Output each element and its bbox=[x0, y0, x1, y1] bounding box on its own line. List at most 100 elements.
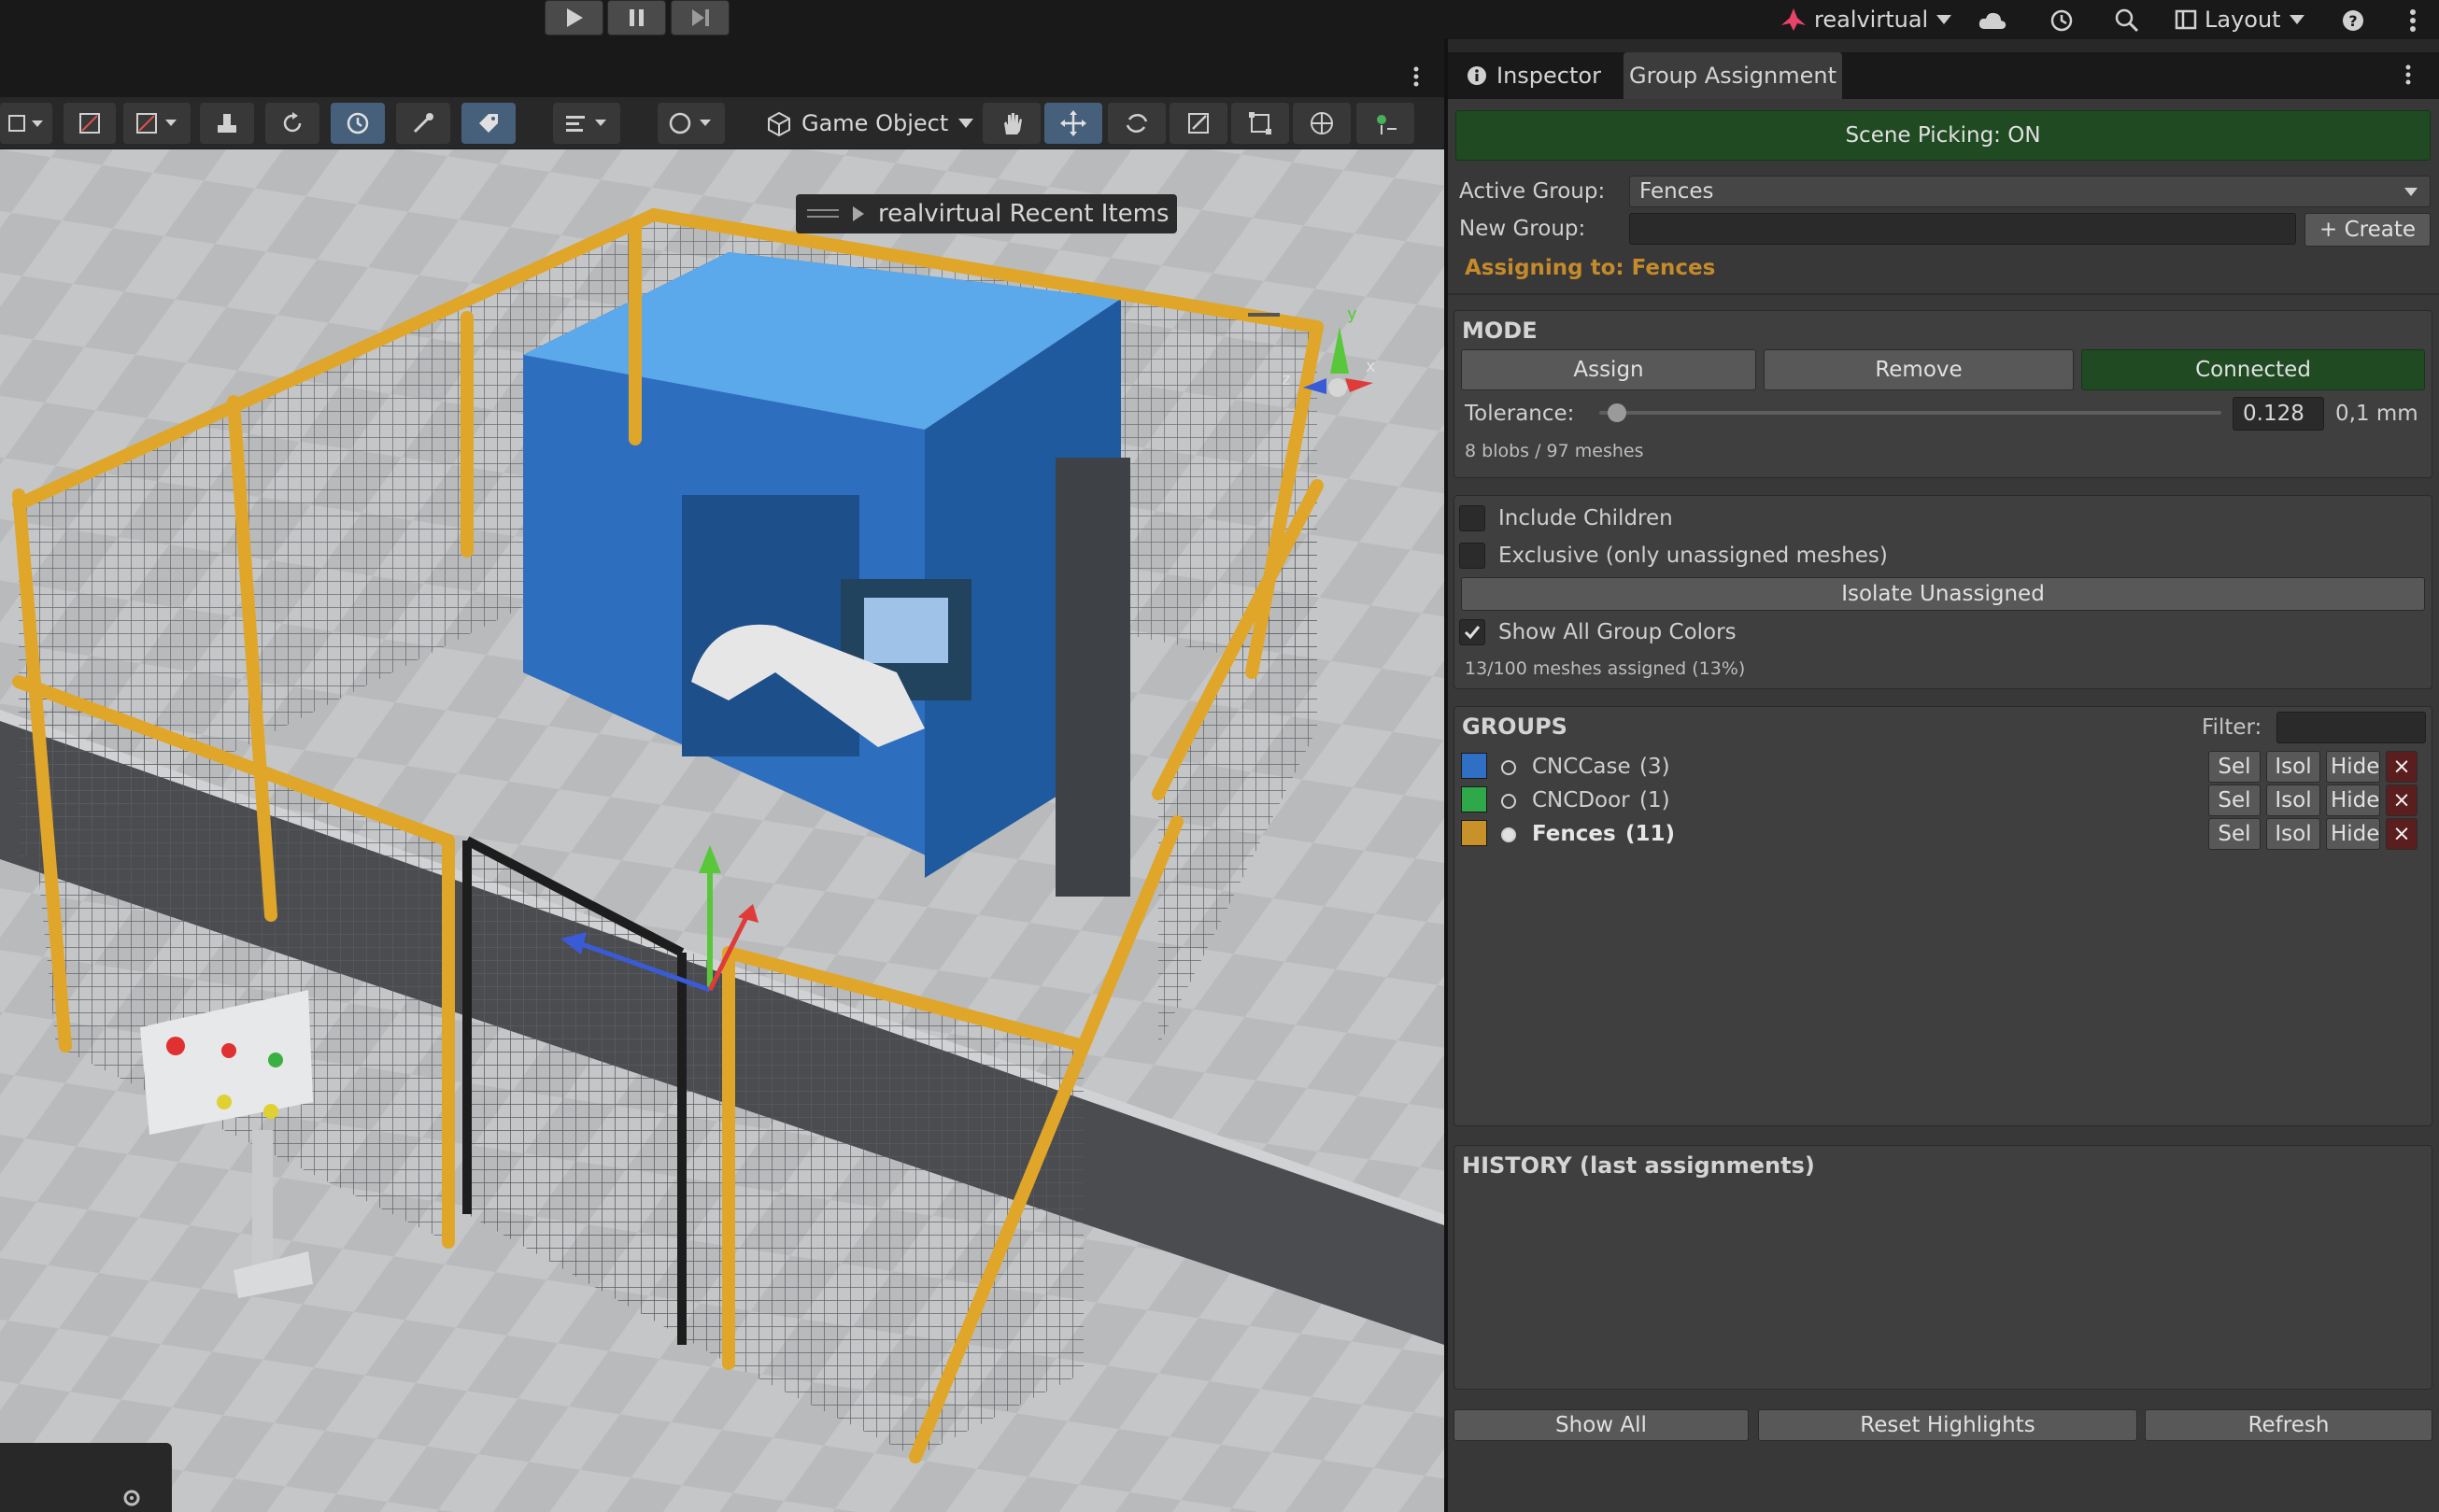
show-colors-checkbox[interactable] bbox=[1459, 619, 1485, 645]
group-name: Fences bbox=[1532, 822, 1616, 846]
search-button[interactable] bbox=[2111, 6, 2143, 35]
play-icon bbox=[566, 8, 583, 27]
cloud-button[interactable] bbox=[1977, 6, 2008, 35]
panel-more-button[interactable] bbox=[2404, 64, 2412, 90]
game-object-label: Game Object bbox=[801, 110, 949, 136]
show-colors-row[interactable]: Show All Group Colors bbox=[1459, 619, 1737, 645]
account-dropdown[interactable]: realvirtual bbox=[1780, 0, 1952, 39]
scene-more-button[interactable] bbox=[1412, 65, 1420, 92]
game-object-dropdown[interactable]: Game Object bbox=[766, 103, 974, 144]
shading-dropdown[interactable] bbox=[658, 103, 725, 144]
paint-tool[interactable] bbox=[123, 103, 191, 144]
refresh-button[interactable]: Refresh bbox=[2145, 1409, 2432, 1441]
hand-tool[interactable] bbox=[983, 103, 1041, 144]
clock-tool[interactable] bbox=[331, 103, 385, 144]
group-color-swatch[interactable] bbox=[1461, 786, 1487, 813]
isolate-group-button[interactable]: Isol bbox=[2266, 818, 2320, 850]
exclusive-checkbox[interactable] bbox=[1459, 543, 1485, 569]
assign-mode-button[interactable]: Assign bbox=[1461, 349, 1756, 390]
panel-tabs: Inspector Group Assignment bbox=[1448, 52, 2439, 99]
hide-group-button[interactable]: Hide bbox=[2326, 784, 2380, 816]
remove-mode-button[interactable]: Remove bbox=[1764, 349, 2074, 390]
history-button[interactable] bbox=[2046, 6, 2077, 35]
gear-icon[interactable] bbox=[121, 1488, 142, 1508]
transform-tool[interactable] bbox=[1293, 103, 1351, 144]
tag-tool[interactable] bbox=[461, 103, 516, 144]
scene-viewport[interactable]: y x z bbox=[0, 149, 1444, 1512]
group-count: (11) bbox=[1625, 822, 1676, 846]
rotate-tool-icon bbox=[1126, 113, 1148, 134]
select-group-button[interactable]: Sel bbox=[2208, 818, 2261, 850]
scale-tool[interactable] bbox=[1170, 103, 1227, 144]
top-bar: realvirtual Layout ? bbox=[0, 0, 2439, 39]
rotate-tool[interactable] bbox=[1108, 103, 1166, 144]
show-all-button[interactable]: Show All bbox=[1453, 1409, 1749, 1441]
group-row[interactable]: CNCCase (3) Sel Isol Hide × bbox=[1457, 751, 2429, 783]
settings-dropdown[interactable] bbox=[553, 103, 620, 144]
group-row[interactable]: CNCDoor (1) Sel Isol Hide × bbox=[1457, 784, 2429, 816]
hide-group-button[interactable]: Hide bbox=[2326, 818, 2380, 850]
delete-group-button[interactable]: × bbox=[2386, 784, 2418, 816]
scene-picking-toggle[interactable]: Scene Picking: ON bbox=[1455, 110, 2431, 161]
group-color-swatch[interactable] bbox=[1461, 753, 1487, 779]
active-group-select[interactable]: Fences bbox=[1629, 176, 2431, 207]
tolerance-unit: 0,1 mm bbox=[2335, 402, 2418, 426]
help-button[interactable]: ? bbox=[2337, 6, 2369, 35]
select-rect-tool[interactable] bbox=[0, 103, 52, 144]
hide-group-button[interactable]: Hide bbox=[2326, 751, 2380, 783]
stamp-tool[interactable] bbox=[200, 103, 254, 144]
rotate-gizmo-tool[interactable] bbox=[64, 103, 116, 144]
tolerance-input[interactable]: 0.128 bbox=[2233, 397, 2324, 431]
group-color-swatch[interactable] bbox=[1461, 820, 1487, 846]
select-group-button[interactable]: Sel bbox=[2208, 784, 2261, 816]
delete-group-button[interactable]: × bbox=[2386, 818, 2418, 850]
group-row[interactable]: Fences (11) Sel Isol Hide × bbox=[1457, 818, 2429, 850]
isolate-unassigned-button[interactable]: Isolate Unassigned bbox=[1461, 577, 2425, 611]
radio-empty-icon[interactable] bbox=[1500, 793, 1517, 810]
chevron-down-icon bbox=[958, 119, 974, 128]
pause-button[interactable] bbox=[607, 0, 666, 35]
custom-tool-icon bbox=[1377, 115, 1397, 134]
custom-tool[interactable] bbox=[1356, 103, 1414, 144]
tab-group-assignment[interactable]: Group Assignment bbox=[1624, 52, 1842, 99]
gizmo-label-y: y bbox=[1347, 304, 1357, 324]
isolate-group-button[interactable]: Isol bbox=[2266, 784, 2320, 816]
new-group-input[interactable] bbox=[1629, 213, 2296, 245]
select-label: Sel bbox=[2218, 788, 2251, 813]
delete-group-button[interactable]: × bbox=[2386, 751, 2418, 783]
isolate-group-label: Isol bbox=[2275, 755, 2312, 779]
chevron-down-icon bbox=[2404, 188, 2418, 196]
assigning-to-label: Assigning to: Fences bbox=[1465, 256, 1716, 280]
isolate-group-button[interactable]: Isol bbox=[2266, 751, 2320, 783]
include-children-row[interactable]: Include Children bbox=[1459, 505, 1673, 531]
create-group-button[interactable]: + Create bbox=[2304, 213, 2431, 247]
settings-icon bbox=[566, 116, 606, 132]
select-rect-icon bbox=[8, 115, 43, 132]
include-children-checkbox[interactable] bbox=[1459, 505, 1485, 531]
connected-mode-button[interactable]: Connected bbox=[2081, 349, 2425, 390]
exclusive-row[interactable]: Exclusive (only unassigned meshes) bbox=[1459, 543, 1888, 569]
recent-items-label: realvirtual Recent Items bbox=[878, 200, 1170, 228]
more-menu-button[interactable] bbox=[2397, 6, 2429, 35]
select-group-button[interactable]: Sel bbox=[2208, 751, 2261, 783]
radio-empty-icon[interactable] bbox=[1500, 759, 1517, 776]
reset-highlights-button[interactable]: Reset Highlights bbox=[1758, 1409, 2137, 1441]
eyedropper-tool[interactable] bbox=[396, 103, 450, 144]
layout-dropdown[interactable]: Layout bbox=[2175, 0, 2305, 39]
recent-items-overlay[interactable]: realvirtual Recent Items bbox=[796, 194, 1177, 233]
radio-filled-icon[interactable] bbox=[1500, 827, 1517, 843]
group-count: (3) bbox=[1639, 755, 1670, 779]
tolerance-slider-track[interactable] bbox=[1599, 403, 2221, 422]
close-icon: × bbox=[2392, 755, 2411, 779]
cube-icon bbox=[768, 111, 790, 136]
rect-tool[interactable] bbox=[1231, 103, 1289, 144]
move-tool[interactable] bbox=[1044, 103, 1102, 144]
include-children-label: Include Children bbox=[1498, 506, 1673, 530]
step-button[interactable] bbox=[671, 0, 730, 35]
show-all-label: Show All bbox=[1555, 1413, 1647, 1437]
clock-icon bbox=[347, 112, 369, 134]
refresh-tool[interactable] bbox=[265, 103, 319, 144]
tab-inspector[interactable]: Inspector bbox=[1467, 52, 1601, 99]
filter-input[interactable] bbox=[2276, 712, 2426, 743]
play-button[interactable] bbox=[545, 0, 603, 35]
